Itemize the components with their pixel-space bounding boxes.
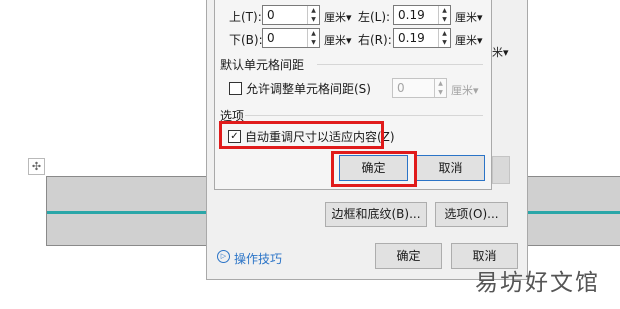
left-margin-input[interactable]: 0.19 ▲ ▼ xyxy=(393,5,451,25)
spacing-section-title: 默认单元格间距 xyxy=(220,58,305,72)
borders-shading-button[interactable]: 边框和底纹(B)... xyxy=(325,202,427,227)
ok-button-highlight xyxy=(331,151,417,187)
spin-up-icon[interactable]: ▲ xyxy=(439,6,450,15)
options-button[interactable]: 选项(O)... xyxy=(435,202,508,227)
right-margin-unit-dropdown[interactable]: 厘米▾ xyxy=(455,32,483,48)
options-separator xyxy=(245,115,483,116)
outer-ok-button[interactable]: 确定 xyxy=(375,243,442,269)
bottom-margin-value[interactable]: 0 xyxy=(267,31,275,45)
spacing-value[interactable]: 0 xyxy=(397,81,405,95)
left-margin-spinner[interactable]: ▲ ▼ xyxy=(438,6,450,24)
spin-down-icon[interactable]: ▼ xyxy=(439,15,450,24)
inner-cancel-button[interactable]: 取消 xyxy=(416,155,485,181)
bottom-margin-input[interactable]: 0 ▲ ▼ xyxy=(262,28,320,48)
left-margin-value[interactable]: 0.19 xyxy=(398,8,425,22)
top-margin-label: 上(T): xyxy=(229,10,262,24)
left-margin-label: 左(L): xyxy=(358,10,391,24)
autofit-highlight xyxy=(219,121,384,149)
spin-down-icon[interactable]: ▼ xyxy=(308,15,319,24)
right-margin-input[interactable]: 0.19 ▲ ▼ xyxy=(393,28,451,48)
table-move-handle-icon[interactable]: ✣ xyxy=(28,158,45,175)
spacing-input[interactable]: 0 ▲ ▼ xyxy=(392,78,447,98)
bottom-margin-spinner[interactable]: ▲ ▼ xyxy=(307,29,319,47)
tips-link[interactable]: 操作技巧 xyxy=(234,250,282,267)
right-margin-value[interactable]: 0.19 xyxy=(398,31,425,45)
spin-up-icon[interactable]: ▲ xyxy=(439,29,450,38)
spin-up-icon[interactable]: ▲ xyxy=(308,6,319,15)
watermark: 易坊好文馆 xyxy=(475,270,600,296)
outer-unit-fragment[interactable]: 米▾ xyxy=(492,44,509,60)
top-margin-spinner[interactable]: ▲ ▼ xyxy=(307,6,319,24)
spacing-spinner[interactable]: ▲ ▼ xyxy=(434,79,446,97)
allow-spacing-checkbox[interactable] xyxy=(229,82,242,95)
top-margin-value[interactable]: 0 xyxy=(267,8,275,22)
outer-hidden-button xyxy=(492,156,510,184)
spacing-separator xyxy=(317,64,483,65)
spin-down-icon[interactable]: ▼ xyxy=(439,38,450,47)
bottom-margin-label: 下(B): xyxy=(229,33,263,47)
right-margin-spinner[interactable]: ▲ ▼ xyxy=(438,29,450,47)
spin-up-icon[interactable]: ▲ xyxy=(308,29,319,38)
bottom-margin-unit-dropdown[interactable]: 厘米▾ xyxy=(324,32,352,48)
spacing-unit-dropdown[interactable]: 厘米▾ xyxy=(451,82,479,98)
tips-icon[interactable]: ▷ xyxy=(217,250,230,263)
spin-down-icon[interactable]: ▼ xyxy=(308,38,319,47)
left-margin-unit-dropdown[interactable]: 厘米▾ xyxy=(455,9,483,25)
top-margin-input[interactable]: 0 ▲ ▼ xyxy=(262,5,320,25)
top-margin-unit-dropdown[interactable]: 厘米▾ xyxy=(324,9,352,25)
spin-down-icon[interactable]: ▼ xyxy=(435,88,446,97)
spin-up-icon[interactable]: ▲ xyxy=(435,79,446,88)
right-margin-label: 右(R): xyxy=(358,33,392,47)
allow-spacing-label[interactable]: 允许调整单元格间距(S) xyxy=(246,80,371,97)
